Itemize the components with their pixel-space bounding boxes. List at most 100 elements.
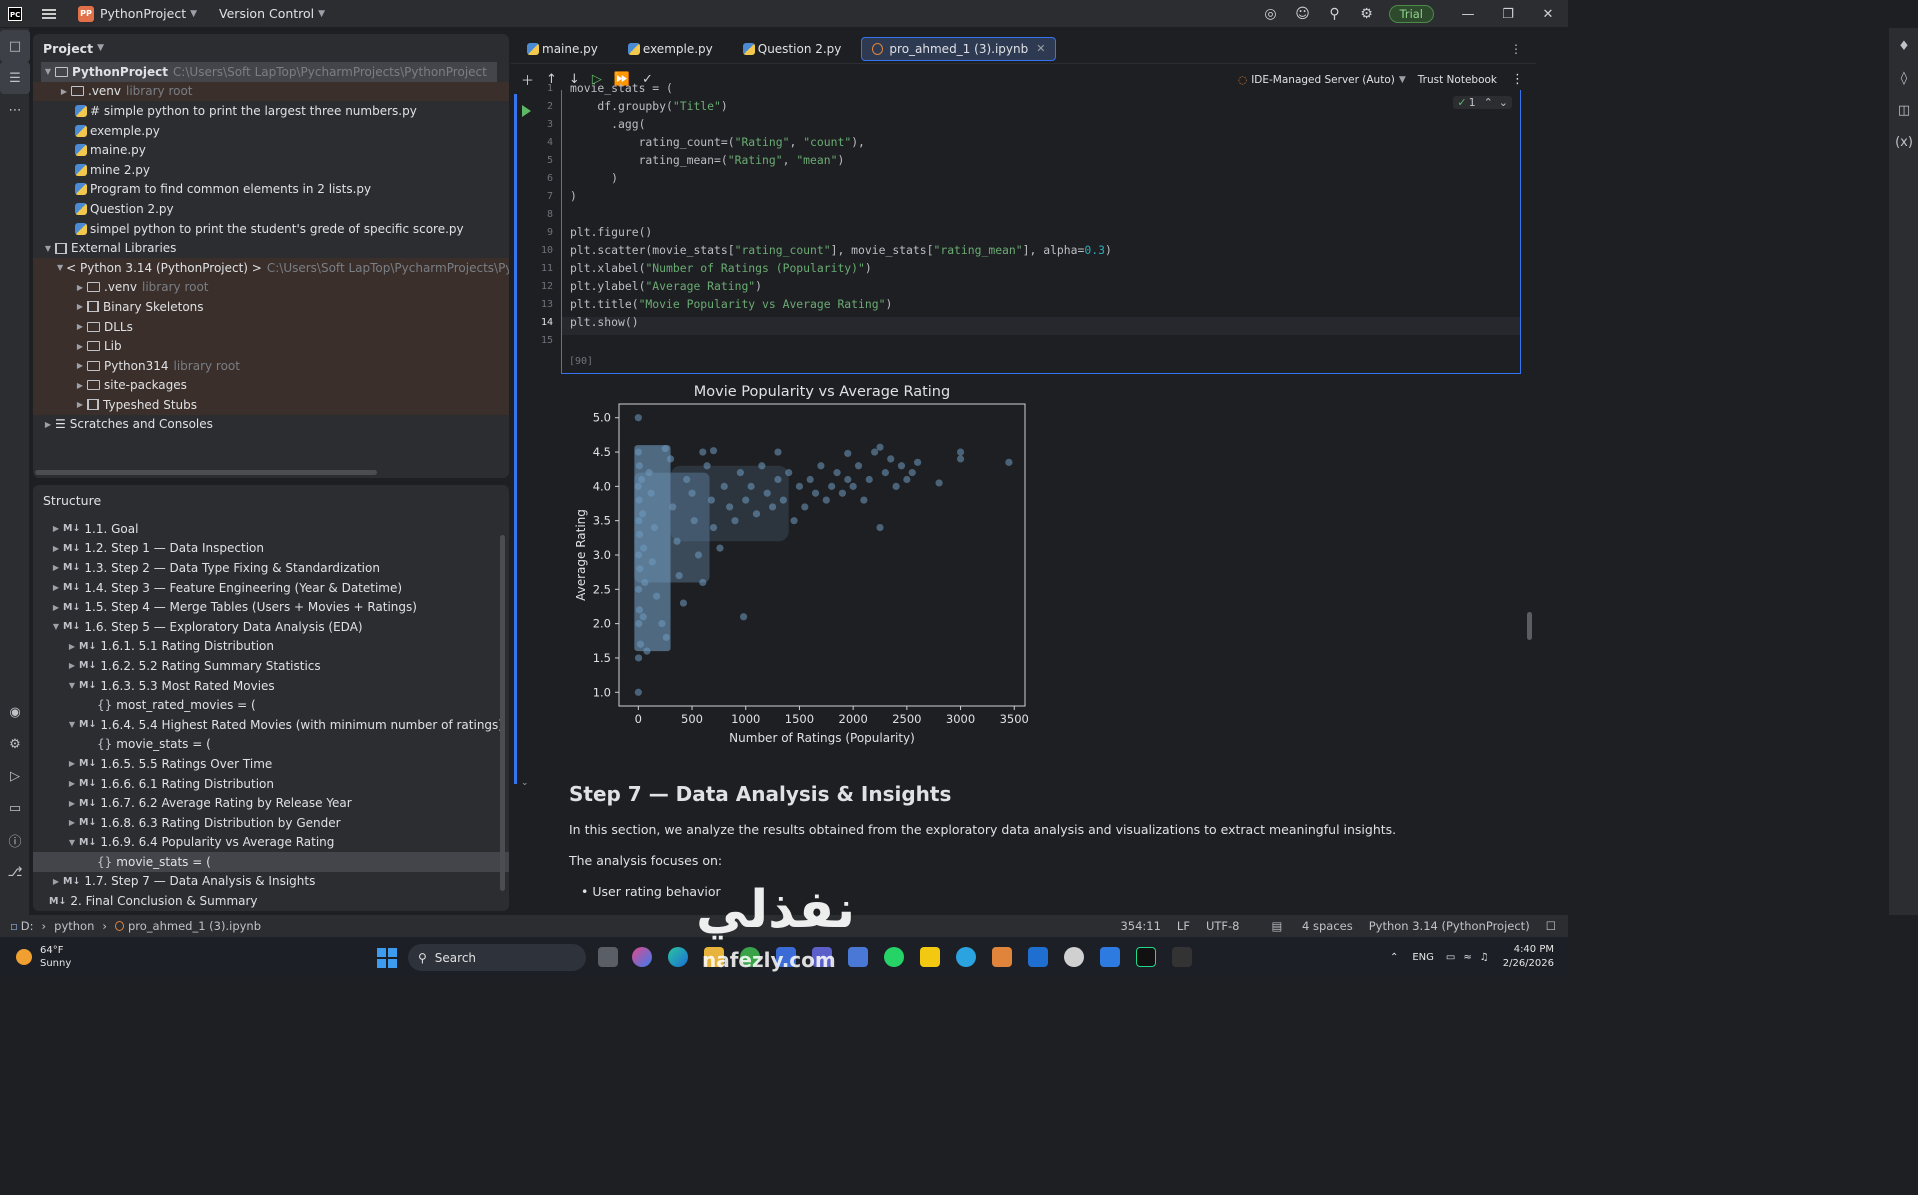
structure-item[interactable]: ▶ M↓ 1.2. Step 1 — Data Inspection: [33, 539, 509, 559]
app-icon[interactable]: [1028, 947, 1048, 967]
indent-setting[interactable]: ▤ 4 spaces: [1255, 919, 1352, 933]
editor-scrollbar[interactable]: [1527, 612, 1532, 640]
structure-item[interactable]: ▶ M↓ 1.1. Goal: [33, 519, 509, 539]
structure-item[interactable]: {} movie_stats = (: [33, 852, 509, 872]
structure-item[interactable]: ▶ M↓ 1.3. Step 2 — Data Type Fixing & Stan…: [33, 558, 509, 578]
tab-exemple[interactable]: exemple.py: [618, 37, 723, 61]
breadcrumb-drive[interactable]: D:: [21, 919, 34, 933]
tree-item-scratches[interactable]: ▶ ☰ Scratches and Consoles: [33, 415, 509, 435]
more-tools-icon[interactable]: ⋯: [0, 94, 30, 126]
terminal-icon[interactable]: ▭: [0, 792, 30, 824]
taskbar-search[interactable]: ⚲ Search: [408, 944, 586, 971]
structure-item[interactable]: ▶ M↓ 1.4. Step 3 — Feature Engineering (Ye…: [33, 578, 509, 598]
lock-icon[interactable]: ☐: [1546, 919, 1556, 933]
structure-item[interactable]: ▼ M↓ 1.6.9. 6.4 Popularity vs Average Rati…: [33, 833, 509, 853]
tree-item-file[interactable]: maine.py: [33, 140, 509, 160]
structure-item[interactable]: ▶ M↓ 1.6.1. 5.1 Rating Distribution: [33, 637, 509, 657]
git-icon[interactable]: ⎇: [0, 856, 30, 888]
database-icon[interactable]: ◫: [1889, 94, 1918, 126]
collapse-cell-icon[interactable]: ⌄: [521, 778, 529, 788]
volume-icon[interactable]: ♫: [1480, 952, 1489, 963]
tab-question2[interactable]: Question 2.py: [733, 37, 852, 61]
tree-item-lib[interactable]: ▶ Python314 library root: [33, 355, 509, 376]
structure-item[interactable]: ▶ M↓ 1.6.2. 5.2 Rating Summary Statistics: [33, 656, 509, 676]
structure-item[interactable]: ▶ M↓ 1.6.6. 6.1 Rating Distribution: [33, 774, 509, 794]
minimize-icon[interactable]: —: [1448, 0, 1488, 28]
search-icon[interactable]: ⚲: [1319, 0, 1351, 28]
chevron-down-icon[interactable]: ⌄: [1499, 96, 1508, 109]
problems-icon[interactable]: ⓘ: [0, 824, 30, 856]
tree-item-file[interactable]: simpel python to print the student's gre…: [33, 219, 509, 239]
close-icon[interactable]: ✕: [1528, 0, 1568, 28]
add-user-icon[interactable]: ☺: [1287, 0, 1319, 28]
interpreter-selector[interactable]: Python 3.14 (PythonProject): [1369, 919, 1530, 933]
wifi-icon[interactable]: ≈: [1463, 952, 1471, 963]
tree-item-file[interactable]: Program to find common elements in 2 lis…: [33, 180, 509, 200]
tree-item-lib[interactable]: ▶ Lib: [33, 336, 509, 356]
weather-widget[interactable]: 64°F Sunny: [40, 944, 71, 970]
task-view-icon[interactable]: [598, 947, 618, 967]
main-menu-icon[interactable]: [42, 8, 56, 19]
structure-item[interactable]: {} most_rated_movies = (: [33, 695, 509, 715]
tree-item-python-sdk[interactable]: ▼ < Python 3.14 (PythonProject) > C:\Use…: [33, 257, 509, 278]
tree-item-lib[interactable]: ▶ Typeshed Stubs: [33, 395, 509, 415]
breadcrumb-folder[interactable]: python: [54, 919, 94, 933]
pycharm-taskbar-icon[interactable]: [1136, 947, 1156, 967]
trial-badge[interactable]: Trial: [1388, 5, 1434, 23]
tree-item-lib[interactable]: ▶ site-packages: [33, 375, 509, 396]
tree-item-lib[interactable]: ▶ .venv library root: [33, 277, 509, 298]
structure-item[interactable]: {} movie_stats = (: [33, 735, 509, 755]
structure-item[interactable]: ▼ M↓ 1.6.3. 5.3 Most Rated Movies: [33, 676, 509, 696]
tree-item-file[interactable]: Question 2.py: [33, 199, 509, 219]
clock[interactable]: 4:40 PM 2/26/2026: [1503, 943, 1554, 971]
code-cell[interactable]: ✓ 1 ⌃ ⌄ movie_stats = ( df.groupby("Titl…: [561, 81, 1521, 374]
copilot-icon[interactable]: [632, 947, 652, 967]
more-icon[interactable]: ⋮: [1511, 72, 1524, 87]
ai-assistant-icon[interactable]: ◎: [1255, 0, 1287, 28]
project-tool-icon[interactable]: □: [0, 30, 30, 62]
line-separator[interactable]: LF: [1177, 919, 1190, 933]
python-packages-icon[interactable]: ◉: [0, 696, 30, 728]
tree-item-file[interactable]: exemple.py: [33, 121, 509, 141]
close-tab-icon[interactable]: ✕: [1036, 42, 1045, 55]
structure-item[interactable]: ▼ M↓ 1.6. Step 5 — Exploratory Data Analys…: [33, 617, 509, 637]
chevron-up-icon[interactable]: ⌃: [1390, 952, 1398, 963]
horizontal-scrollbar[interactable]: [35, 470, 377, 475]
tree-root[interactable]: ▼ PythonProject C:\Users\Soft LapTop\Pyc…: [41, 62, 497, 82]
powerbi-icon[interactable]: [920, 947, 940, 967]
notifications-icon[interactable]: ♦: [1889, 30, 1918, 62]
variables-icon[interactable]: (x): [1889, 126, 1918, 158]
structure-item[interactable]: ▶ M↓ 1.7. Step 7 — Data Analysis & Insight…: [33, 872, 509, 892]
telegram-icon[interactable]: [956, 947, 976, 967]
restore-icon[interactable]: ❐: [1488, 0, 1528, 28]
vertical-scrollbar[interactable]: [500, 535, 505, 891]
whatsapp-icon[interactable]: [884, 947, 904, 967]
project-switcher[interactable]: PP PythonProject ▼: [72, 0, 203, 28]
tab-maine[interactable]: maine.py: [517, 37, 608, 61]
structure-item[interactable]: ▼ M↓ 1.6.4. 5.4 Highest Rated Movies (with…: [33, 715, 509, 735]
structure-item[interactable]: M↓ 2. Final Conclusion & Summary: [33, 891, 509, 911]
tree-item-file[interactable]: mine 2.py: [33, 160, 509, 180]
tree-item-lib[interactable]: ▶ DLLs: [33, 316, 509, 337]
project-panel-header[interactable]: Project ▼: [33, 34, 509, 62]
chevron-up-icon[interactable]: ⌃: [1484, 96, 1493, 109]
run-icon[interactable]: ▷: [0, 760, 30, 792]
breadcrumb-file[interactable]: pro_ahmed_1 (3).ipynb: [128, 919, 261, 933]
tree-item-lib[interactable]: ▶ Binary Skeletons: [33, 297, 509, 317]
structure-item[interactable]: ▶ M↓ 1.6.5. 5.5 Ratings Over Time: [33, 754, 509, 774]
language-indicator[interactable]: ENG: [1412, 952, 1434, 963]
terminal-taskbar-icon[interactable]: [1172, 947, 1192, 967]
vscode-icon[interactable]: [1100, 947, 1120, 967]
display-icon[interactable]: ▭: [1446, 952, 1455, 963]
windows-start-icon[interactable]: [377, 948, 397, 968]
trust-notebook-button[interactable]: Trust Notebook: [1418, 74, 1497, 86]
structure-item[interactable]: ▶ M↓ 1.6.8. 6.3 Rating Distribution by Gen…: [33, 813, 509, 833]
caret-position[interactable]: 354:11: [1120, 919, 1160, 933]
inspection-widget[interactable]: ✓ 1 ⌃ ⌄: [1453, 96, 1512, 109]
app-icon[interactable]: [992, 947, 1012, 967]
vcs-menu[interactable]: Version Control ▼: [213, 0, 331, 28]
tree-item-external[interactable]: ▼ External Libraries: [33, 238, 509, 258]
gear-icon[interactable]: ⚙: [1351, 0, 1383, 28]
tree-item-file[interactable]: # simple python to print the largest thr…: [33, 101, 509, 121]
structure-tool-icon[interactable]: ☰: [0, 62, 30, 94]
